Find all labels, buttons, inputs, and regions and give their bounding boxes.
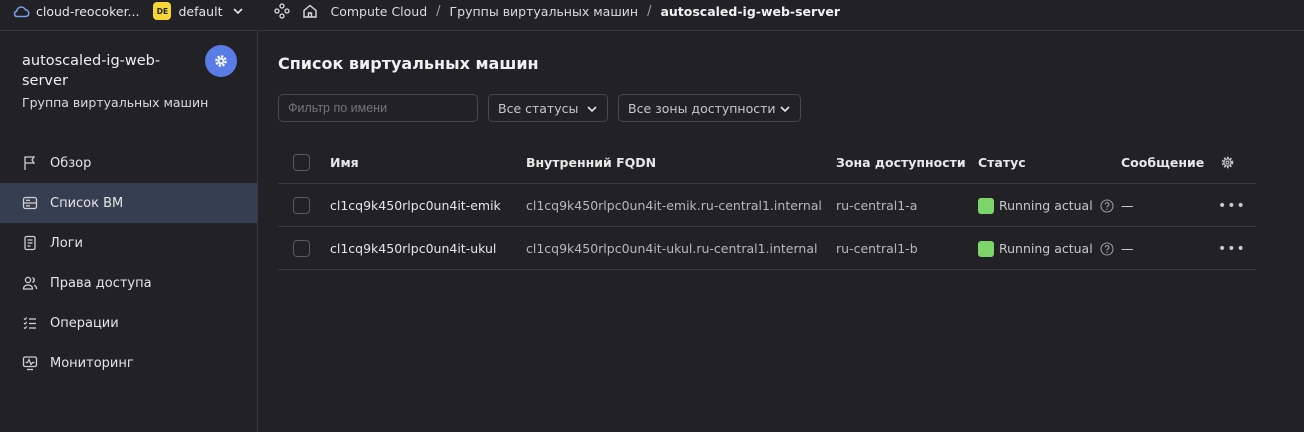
- folder-name: default: [178, 3, 223, 19]
- folder-badge: DE: [153, 2, 172, 20]
- sidebar-item-vm-list[interactable]: Список ВМ: [0, 183, 257, 223]
- row-actions-button[interactable]: •••: [1218, 227, 1246, 270]
- sidebar-item-monitoring[interactable]: Мониторинг: [0, 343, 257, 383]
- breadcrumb-current-group: autoscaled-ig-web-server: [660, 3, 840, 19]
- vm-message: —: [1121, 198, 1134, 213]
- vm-name[interactable]: cl1cq9k450rlpc0un4it-emik: [330, 184, 501, 227]
- vm-fqdn: cl1cq9k450rlpc0un4it-ukul.ru-central1.in…: [526, 241, 818, 256]
- home-icon[interactable]: [302, 3, 318, 19]
- gear-icon: [1221, 156, 1234, 169]
- sidebar-nav: Обзор Список ВМ Логи Права доступа Опера…: [0, 143, 257, 383]
- vm-list-icon: [22, 196, 38, 210]
- table-row[interactable]: cl1cq9k450rlpc0un4it-emik cl1cq9k450rlpc…: [278, 184, 1256, 227]
- breadcrumb-instance-groups[interactable]: Группы виртуальных машин: [450, 4, 639, 19]
- chevron-down-icon: [780, 106, 790, 113]
- status-filter-value: Все статусы: [498, 100, 579, 116]
- sidebar-header: autoscaled-ig-web-server Группа виртуаль…: [0, 31, 257, 127]
- row-select-cell: [293, 184, 310, 227]
- main-content: Список виртуальных машин Все статусы Все…: [259, 30, 1304, 432]
- breadcrumb: Compute Cloud / Группы виртуальных машин…: [274, 3, 840, 19]
- cloud-name: cloud-reocoker...: [36, 3, 140, 19]
- select-all-cell: [293, 141, 310, 184]
- sidebar-item-label: Операции: [50, 315, 119, 331]
- sidebar-item-label: Права доступа: [50, 275, 152, 291]
- status-text: Running actual: [999, 198, 1093, 213]
- chevron-down-icon: [233, 8, 244, 15]
- sidebar-item-overview[interactable]: Обзор: [0, 143, 257, 183]
- column-header-message[interactable]: Сообщение: [1121, 141, 1204, 184]
- vm-message: —: [1121, 241, 1134, 256]
- row-actions-button[interactable]: •••: [1218, 184, 1246, 227]
- monitoring-icon: [22, 356, 38, 371]
- column-header-fqdn[interactable]: Внутренний FQDN: [526, 141, 656, 184]
- settings-button[interactable]: [205, 45, 237, 77]
- vm-table: Имя Внутренний FQDN Зона доступности Ста…: [278, 141, 1256, 270]
- name-filter-input[interactable]: [278, 94, 478, 122]
- help-icon[interactable]: [1100, 198, 1114, 213]
- row-checkbox[interactable]: [293, 240, 310, 257]
- status-filter-select[interactable]: Все статусы: [488, 94, 608, 122]
- chevron-down-icon: [587, 106, 597, 113]
- vm-status: Running actual: [978, 227, 1114, 270]
- breadcrumb-separator: /: [436, 3, 441, 19]
- table-row[interactable]: cl1cq9k450rlpc0un4it-ukul cl1cq9k450rlpc…: [278, 227, 1256, 270]
- breadcrumb-compute-cloud[interactable]: Compute Cloud: [330, 4, 427, 19]
- vm-status: Running actual: [978, 184, 1114, 227]
- status-running-indicator: [978, 197, 994, 214]
- sidebar-item-access[interactable]: Права доступа: [0, 263, 257, 303]
- flag-icon: [24, 156, 36, 170]
- top-bar: cloud-reocoker... DE default Compute Clo…: [0, 0, 1304, 22]
- select-all-checkbox[interactable]: [293, 154, 310, 171]
- zone-filter-value: Все зоны доступности: [628, 100, 776, 116]
- gear-icon: [215, 55, 227, 67]
- column-header-status[interactable]: Статус: [978, 141, 1026, 184]
- cloud-selector[interactable]: cloud-reocoker...: [0, 0, 139, 22]
- column-header-name[interactable]: Имя: [330, 141, 359, 184]
- zone-filter-select[interactable]: Все зоны доступности: [618, 94, 801, 122]
- logs-icon: [24, 235, 36, 251]
- sidebar: autoscaled-ig-web-server Группа виртуаль…: [0, 30, 258, 432]
- sidebar-item-label: Обзор: [50, 155, 92, 171]
- status-text: Running actual: [999, 241, 1093, 256]
- status-running-indicator: [978, 240, 994, 257]
- group-subtitle: Группа виртуальных машин: [22, 95, 209, 110]
- sidebar-item-label: Мониторинг: [50, 355, 134, 371]
- table-header-row: Имя Внутренний FQDN Зона доступности Ста…: [278, 141, 1256, 184]
- sidebar-item-operations[interactable]: Операции: [0, 303, 257, 343]
- row-select-cell: [293, 227, 310, 270]
- folder-selector[interactable]: DE default: [153, 2, 244, 20]
- sidebar-item-label: Логи: [50, 235, 84, 251]
- column-settings-button[interactable]: [1220, 141, 1235, 184]
- operations-list-icon: [23, 317, 36, 330]
- help-icon[interactable]: [1100, 241, 1114, 256]
- group-title: autoscaled-ig-web-server: [22, 53, 161, 89]
- services-icon[interactable]: [274, 3, 291, 19]
- breadcrumb-separator: /: [647, 3, 652, 19]
- sidebar-item-label: Список ВМ: [50, 195, 124, 211]
- sidebar-item-logs[interactable]: Логи: [0, 223, 257, 263]
- page-title: Список виртуальных машин: [278, 54, 539, 73]
- vm-zone: ru-central1-a: [836, 198, 918, 213]
- users-icon: [22, 276, 38, 290]
- row-checkbox[interactable]: [293, 197, 310, 214]
- vm-zone: ru-central1-b: [836, 241, 918, 256]
- column-header-zone[interactable]: Зона доступности: [836, 141, 966, 184]
- vm-fqdn: cl1cq9k450rlpc0un4it-emik.ru-central1.in…: [526, 198, 822, 213]
- vm-name[interactable]: cl1cq9k450rlpc0un4it-ukul: [330, 227, 496, 270]
- cloud-icon: [13, 6, 30, 18]
